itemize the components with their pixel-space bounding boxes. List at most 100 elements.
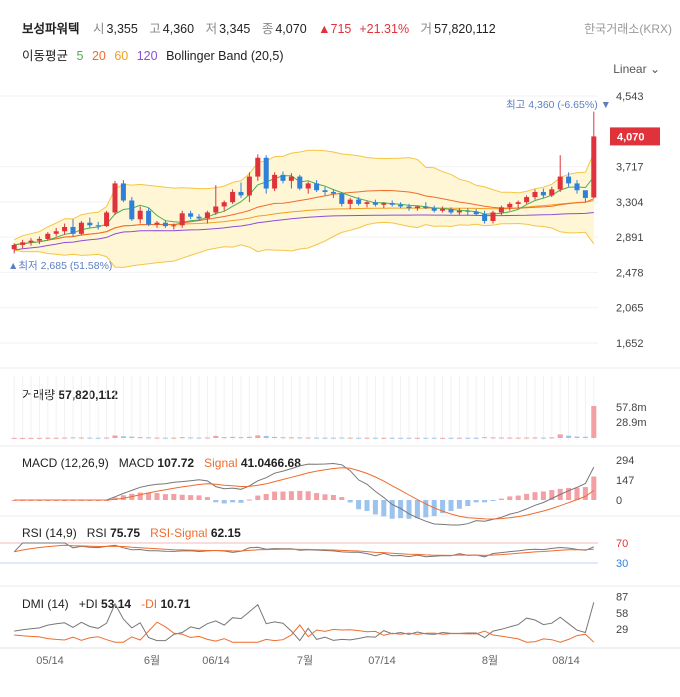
volume-bar	[20, 437, 26, 439]
volume-bar	[154, 437, 160, 439]
macd-tick-label: 294	[616, 455, 634, 467]
candle-body	[196, 216, 202, 219]
candle-body	[230, 191, 236, 203]
macd-histogram-bar	[70, 500, 76, 501]
ma60-label[interactable]: 60	[114, 49, 128, 63]
price-tick-label: 2,478	[616, 267, 644, 279]
ma-label[interactable]: 이동평균	[22, 49, 68, 63]
volume-bar	[372, 437, 378, 439]
macd-histogram-bar	[431, 500, 437, 517]
current-price-tag	[610, 127, 660, 146]
macd-histogram-bar	[566, 487, 572, 500]
macd-histogram-bar	[188, 495, 194, 500]
candle-body	[398, 204, 404, 207]
x-tick-label: 07/14	[368, 655, 396, 667]
candle-body	[347, 199, 353, 204]
macd-histogram-bar	[20, 500, 26, 501]
scale-mode[interactable]: Linear	[613, 62, 646, 76]
x-tick-label: 7월	[297, 654, 313, 667]
volume-bar	[566, 435, 572, 438]
volume-bar	[137, 437, 143, 439]
candle-body	[137, 210, 143, 220]
macd-histogram-bar	[347, 500, 353, 503]
indicator-legend: 이동평균 5 20 60 120 Bollinger Band (20,5)	[22, 45, 289, 64]
volume-bar	[45, 437, 51, 439]
scale-selector[interactable]: Linear ⌄	[613, 62, 660, 76]
candle-body	[322, 190, 328, 192]
dmi-panel-label: DMI (14)	[22, 597, 69, 611]
pdi-value: 53.14	[101, 597, 132, 611]
volume-bar	[112, 435, 118, 438]
volume-bar	[246, 436, 252, 438]
volume-bar	[213, 435, 219, 438]
dmi-tick-label: 29	[616, 624, 628, 636]
ma5-label[interactable]: 5	[77, 49, 84, 63]
volume-bar	[95, 437, 101, 439]
macd-histogram-bar	[314, 493, 320, 500]
macd-histogram-bar	[213, 500, 219, 503]
volume-bar	[288, 437, 294, 439]
rsi-signal-label: RSI-Signal	[150, 526, 208, 540]
candle-body	[95, 225, 101, 227]
macd-histogram-bar	[339, 497, 345, 500]
candle-body	[104, 212, 110, 227]
change-pct: +21.31%	[359, 22, 410, 36]
macd-histogram-bar	[28, 500, 34, 501]
macd-histogram-bar	[389, 500, 395, 519]
volume-bar	[482, 437, 488, 439]
macd-histogram-bar	[53, 500, 59, 501]
candle-body	[204, 212, 210, 219]
volume-bar	[524, 437, 530, 439]
volume-bar	[347, 437, 353, 439]
macd-histogram-bar	[297, 490, 303, 500]
volume-bar	[28, 437, 34, 439]
volume-bar	[129, 436, 135, 438]
macd-histogram-bar	[448, 500, 454, 512]
ma20-label[interactable]: 20	[92, 49, 106, 63]
volume-bar	[381, 437, 387, 439]
stock-chart[interactable]: 4,543 3,717 3,304 2,891 2,478 2,065 1,652 최고 4,…	[0, 0, 680, 697]
macd-histogram-bar	[95, 500, 101, 501]
candle-body	[36, 238, 42, 241]
macd-histogram-bar	[179, 494, 185, 500]
macd-histogram-bar	[11, 500, 17, 501]
volume-bar	[70, 437, 76, 439]
rsi-value: 75.75	[110, 526, 141, 540]
macd-histogram-bar	[154, 493, 160, 500]
volume-bar	[280, 437, 286, 439]
candle-body	[28, 240, 34, 243]
rsi-label: RSI	[86, 526, 107, 540]
volume-bar	[104, 437, 110, 439]
macd-histogram-bar	[221, 500, 227, 504]
volume-bar	[406, 437, 412, 439]
candle-body	[507, 203, 513, 208]
macd-histogram-bar	[440, 500, 446, 514]
x-tick-label: 05/14	[36, 655, 64, 667]
macd-tick-label: 147	[616, 475, 634, 487]
volume-bar	[146, 437, 152, 439]
volume-bar	[305, 437, 311, 439]
candle-body	[112, 183, 118, 213]
candle-body	[70, 226, 76, 234]
candle-body	[154, 222, 160, 225]
macd-histogram-bar	[330, 495, 336, 500]
candle-body	[246, 176, 252, 196]
macd-value: 107.72	[157, 456, 195, 470]
volume-title: 거래량 57,820,112	[22, 386, 118, 403]
bollinger-label[interactable]: Bollinger Band (20,5)	[166, 49, 283, 63]
macd-histogram-bar	[557, 488, 563, 500]
candle-body	[272, 174, 278, 189]
volume-panel-value: 57,820,112	[58, 388, 118, 402]
volume-bar	[465, 437, 471, 439]
macd-histogram-bar	[87, 500, 93, 501]
candle-body	[221, 202, 227, 207]
rsi-tick-label: 30	[616, 558, 628, 570]
volume-bar	[473, 437, 479, 439]
rsi-line	[13, 542, 594, 558]
ma120-line	[14, 212, 594, 251]
volume-bar	[423, 437, 429, 439]
macd-histogram-bar	[171, 493, 177, 500]
macd-histogram-bar	[137, 492, 143, 500]
ma120-label[interactable]: 120	[137, 49, 158, 63]
volume-bar	[330, 437, 336, 439]
